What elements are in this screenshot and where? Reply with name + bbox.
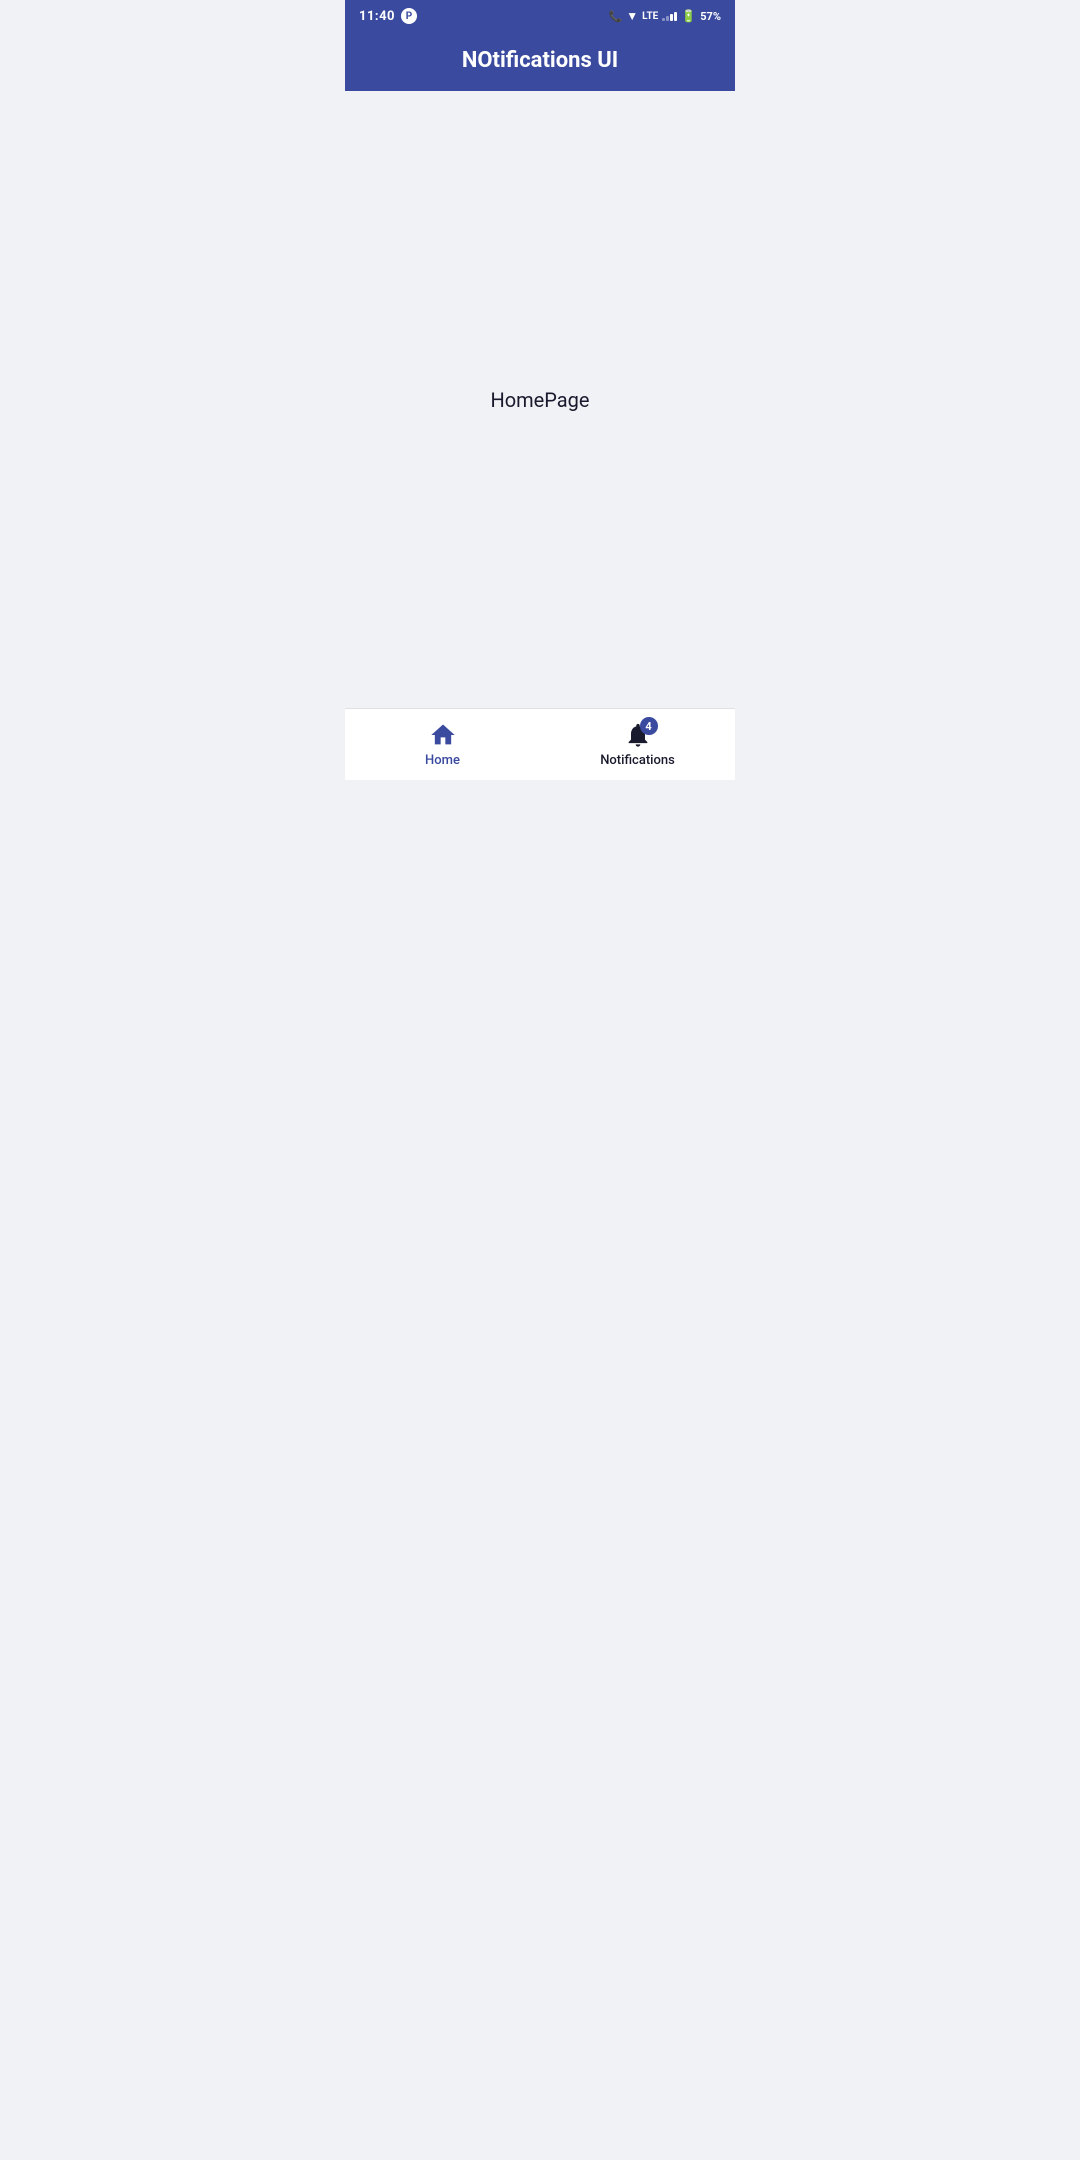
bottom-nav: Home 4 Notifications [345, 708, 735, 780]
homepage-label: HomePage [490, 388, 589, 412]
status-bar: 11:40 P 📞 ▼ LTE 🔋 57% [345, 0, 735, 32]
tab-home-label: Home [425, 753, 460, 768]
app-bar: NOtifications UI [345, 32, 735, 91]
status-icons: 📞 ▼ LTE 🔋 57% [609, 9, 721, 23]
signal-bars-icon [662, 12, 677, 21]
tab-notifications[interactable]: 4 Notifications [540, 709, 735, 780]
main-content: HomePage [345, 91, 735, 708]
battery-percentage: 57% [700, 10, 721, 23]
phone-lte-icon: 📞 [609, 10, 623, 23]
home-icon [429, 721, 457, 749]
tab-notifications-label: Notifications [600, 753, 675, 768]
app-bar-title: NOtifications UI [462, 48, 618, 73]
lte-label: LTE [642, 11, 658, 22]
parking-icon: P [401, 8, 417, 24]
battery-icon: 🔋 [681, 9, 696, 23]
wifi-icon: ▼ [626, 9, 638, 23]
tab-home[interactable]: Home [345, 709, 540, 780]
status-time: 11:40 [359, 9, 395, 24]
notification-badge: 4 [640, 717, 658, 735]
bell-icon-wrapper: 4 [624, 721, 652, 749]
